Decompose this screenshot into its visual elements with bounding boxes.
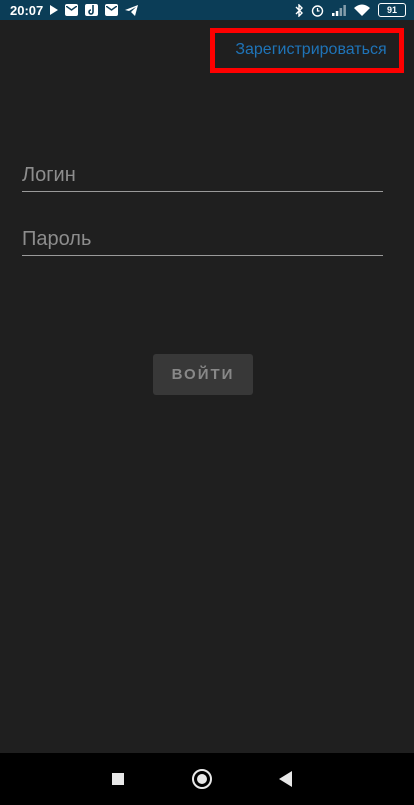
login-button[interactable]: ВОЙТИ <box>153 354 253 395</box>
telegram-icon <box>125 4 139 16</box>
login-screen: 20:07 91 Зарегистрироваться Логин ВОЙТИ <box>0 0 414 805</box>
password-field[interactable] <box>22 221 383 256</box>
alarm-icon <box>311 4 324 17</box>
back-button[interactable] <box>259 753 311 805</box>
music-icon <box>85 4 99 16</box>
home-button[interactable] <box>176 753 228 805</box>
nav-bar <box>0 753 414 805</box>
password-input[interactable] <box>22 228 383 255</box>
login-input[interactable] <box>22 164 383 191</box>
login-field[interactable] <box>22 157 383 192</box>
mail-icon <box>65 4 79 16</box>
back-triangle-icon <box>278 771 292 787</box>
recent-apps-button[interactable] <box>92 753 144 805</box>
status-right: 91 <box>295 0 406 20</box>
register-link[interactable]: Зарегистрироваться <box>226 36 396 64</box>
status-time: 20:07 <box>10 2 44 18</box>
play-icon <box>50 5 59 15</box>
wifi-icon <box>354 4 370 16</box>
circle-icon <box>192 769 212 789</box>
bluetooth-icon <box>295 3 303 17</box>
status-bar: 20:07 91 <box>0 0 414 20</box>
mail-icon <box>105 4 119 16</box>
square-icon <box>112 773 124 785</box>
signal-icon <box>332 4 346 16</box>
battery-indicator: 91 <box>378 3 406 17</box>
status-left: 20:07 <box>0 2 139 18</box>
